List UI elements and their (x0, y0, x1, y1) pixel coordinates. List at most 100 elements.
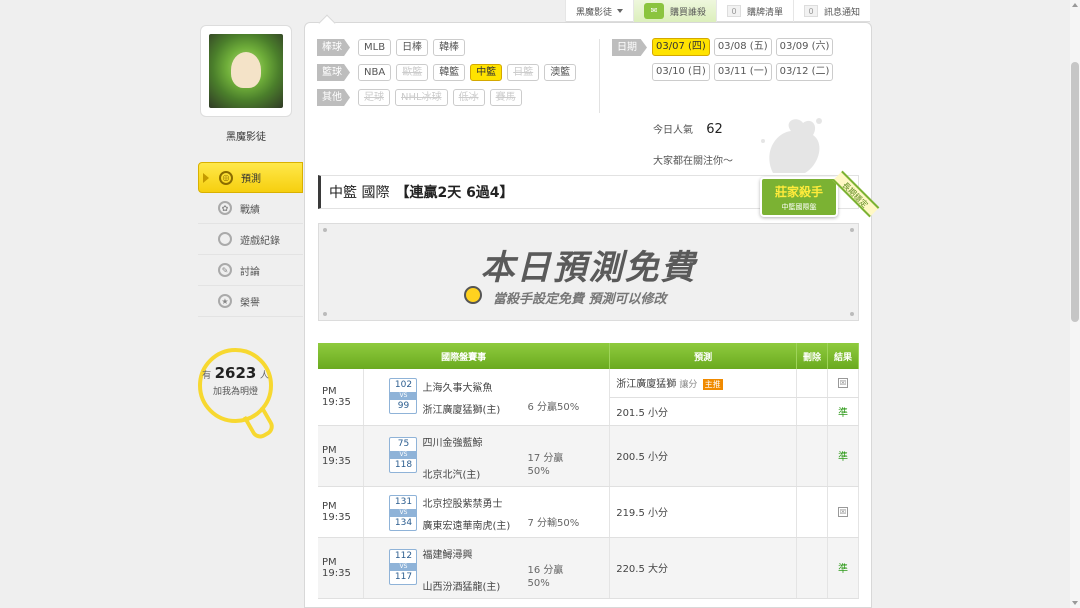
delete-cell (796, 369, 828, 398)
section-league: 中籃 國際 (329, 185, 390, 201)
badge-title: 莊家殺手 (774, 185, 823, 199)
score-box: 102 VS 99 (389, 378, 418, 414)
chip-mlb[interactable]: MLB (358, 39, 392, 56)
result-cell: 準 (827, 397, 859, 426)
chip-nba[interactable]: NBA (358, 64, 392, 81)
col-header-match: 國際盤賽事 (318, 343, 611, 369)
chip-jp-baseball[interactable]: 日棒 (396, 39, 429, 56)
buy-button[interactable]: ✉ 購買誰殺 (633, 0, 717, 22)
col-header-prediction: 預測 (609, 343, 798, 369)
delete-cell (796, 425, 828, 487)
prediction-cell: 220.5 大分 (609, 537, 798, 599)
discussion-icon: ✎ (218, 263, 232, 277)
date-chip-0310[interactable]: 03/10 (日) (652, 63, 710, 81)
nav-item-game-log[interactable]: 遊戲紀錄 (198, 224, 303, 255)
game-match: 102 VS 99 上海久事大鯊魚 浙江廣廈猛獅(主) 6 分贏50% (363, 369, 611, 426)
date-label: 日期 (612, 39, 647, 56)
nav-label: 遊戲紀錄 (240, 235, 280, 247)
top-bar: 黑魔影徒 ✉ 購買誰殺 0 購牌清單 0 訊息通知 (565, 0, 871, 22)
table-row: PM 19:35 102 VS 99 上海久事大鯊魚 浙江廣廈猛獅(主) 6 分… (318, 369, 859, 426)
scrollbar-thumb[interactable] (1071, 62, 1079, 322)
badge-corner: 長期穩定 (832, 170, 880, 218)
table-row: PM 19:35 75 VS 118 四川金強藍鯨 北京北汽(主) 17 分贏 … (318, 425, 859, 487)
chip-kr-basketball[interactable]: 韓籃 (433, 64, 466, 81)
scroll-down-icon[interactable] (1072, 601, 1078, 605)
popularity: 今日人氣 62 (653, 121, 723, 137)
chip-eu-basketball: 歐籃 (396, 64, 429, 81)
scrollbar[interactable] (1070, 0, 1080, 608)
page: 黑魔影徒 ✉ 購買誰殺 0 購牌清單 0 訊息通知 黑魔影徒 ◎ 預測 ✿ 戰績 (0, 0, 1080, 608)
chip-soccer: 足球 (358, 89, 390, 106)
notice-label: 訊息通知 (824, 7, 861, 18)
team-away: 北京控股紫禁勇士 (422, 498, 503, 510)
date-chip-0311[interactable]: 03/11 (一) (713, 63, 772, 81)
chip-nhl: NHL冰球 (395, 89, 448, 106)
badge-subtitle: 中籃國際盤 (781, 203, 817, 211)
score-home: 134 (394, 517, 413, 528)
main-panel: 棒球 MLB 日棒 韓棒 籃球 NBA 歐籃 韓籃 中籃 日籃 澳籃 其他 足球… (304, 14, 880, 608)
result-correct: 準 (838, 407, 848, 419)
prediction-text: 浙江廣廈猛獅 (616, 379, 677, 391)
chip-jp-basketball: 日籃 (507, 64, 540, 81)
nav-label: 戰績 (240, 204, 260, 216)
prediction-cell: 浙江廣廈猛獅 讓分 主推 (609, 369, 798, 398)
cart-count: 0 (727, 5, 742, 17)
lamp-icon (464, 286, 482, 304)
cart-button[interactable]: 0 購牌清單 (716, 0, 793, 22)
sidebar-nav: ◎ 預測 ✿ 戰績 遊戲紀錄 ✎ 討論 ★ 榮譽 (198, 162, 303, 317)
col-header-delete: 刪除 (796, 343, 828, 369)
team-away: 福建鱘潯興 (422, 549, 473, 561)
delete-cell (796, 486, 828, 538)
table-header: 國際盤賽事 預測 刪除 結果 (318, 343, 859, 369)
games-table: 國際盤賽事 預測 刪除 結果 PM 19:35 102 VS 99 上海久事大鯊… (318, 343, 859, 599)
team-away: 四川金強藍鯨 (422, 437, 483, 449)
game-time: PM 19:35 (318, 537, 365, 599)
avatar[interactable] (200, 25, 292, 117)
avatar-image (209, 34, 283, 108)
popularity-value: 62 (706, 122, 723, 137)
chip-cn-basketball[interactable]: 中籃 (470, 64, 503, 81)
result-cell: ☒ (827, 369, 859, 398)
gift-icon: ✉ (644, 3, 665, 19)
score-box: 75 VS 118 (389, 436, 418, 473)
fans-count: 2623 (214, 364, 257, 382)
vs-label: VS (390, 508, 417, 517)
table-row: PM 19:35 112 VS 117 福建鱘潯興 山西汾酒猛龍(主) 16 分… (318, 537, 859, 599)
user-menu[interactable]: 黑魔影徒 (565, 0, 633, 22)
result-cell: ☒ (827, 486, 859, 538)
game-time: PM 19:35 (318, 486, 365, 538)
date-chip-0312[interactable]: 03/12 (二) (775, 63, 834, 81)
cart-label: 購牌清單 (747, 7, 784, 18)
date-chip-0308[interactable]: 03/08 (五) (713, 38, 772, 56)
fail-icon: ☒ (838, 378, 848, 389)
prediction-cell: 219.5 小分 (609, 486, 798, 538)
scroll-up-icon[interactable] (1072, 3, 1078, 7)
banner-title: 本日預測免費 (480, 248, 697, 288)
odds: 16 分贏 50% (527, 564, 564, 589)
nav-item-predict[interactable]: ◎ 預測 (198, 162, 303, 193)
nav-item-honor[interactable]: ★ 榮譽 (198, 286, 303, 317)
odds: 17 分贏 50% (527, 452, 564, 477)
game-match: 112 VS 117 福建鱘潯興 山西汾酒猛龍(主) 16 分贏 50% (363, 537, 611, 599)
prediction-cell: 201.5 小分 (609, 397, 798, 426)
honor-icon: ★ (218, 294, 232, 308)
target-icon: ◎ (219, 170, 233, 185)
vs-label: VS (390, 562, 417, 571)
watch-text: 大家都在關注你～ (653, 156, 733, 167)
chevron-down-icon (617, 9, 624, 13)
filter-label-other: 其他 (317, 89, 350, 106)
fans-subtext: 加我為明燈 (212, 387, 258, 397)
nav-item-discussion[interactable]: ✎ 討論 (198, 255, 303, 286)
chip-kr-baseball[interactable]: 韓棒 (433, 39, 466, 56)
date-chip-0309[interactable]: 03/09 (六) (775, 38, 834, 56)
chip-au-basketball[interactable]: 澳籃 (544, 64, 577, 81)
banner-rivet (850, 312, 854, 316)
popularity-label: 今日人氣 (653, 125, 693, 136)
nav-label: 榮譽 (240, 297, 260, 309)
chip-low-ice: 低冰 (452, 89, 485, 106)
date-chip-0307[interactable]: 03/07 (四) (652, 38, 710, 56)
nav-item-record[interactable]: ✿ 戰績 (198, 193, 303, 224)
notice-button[interactable]: 0 訊息通知 (793, 0, 870, 22)
chip-horse-racing: 賽馬 (489, 89, 522, 106)
game-time: PM 19:35 (318, 425, 365, 487)
